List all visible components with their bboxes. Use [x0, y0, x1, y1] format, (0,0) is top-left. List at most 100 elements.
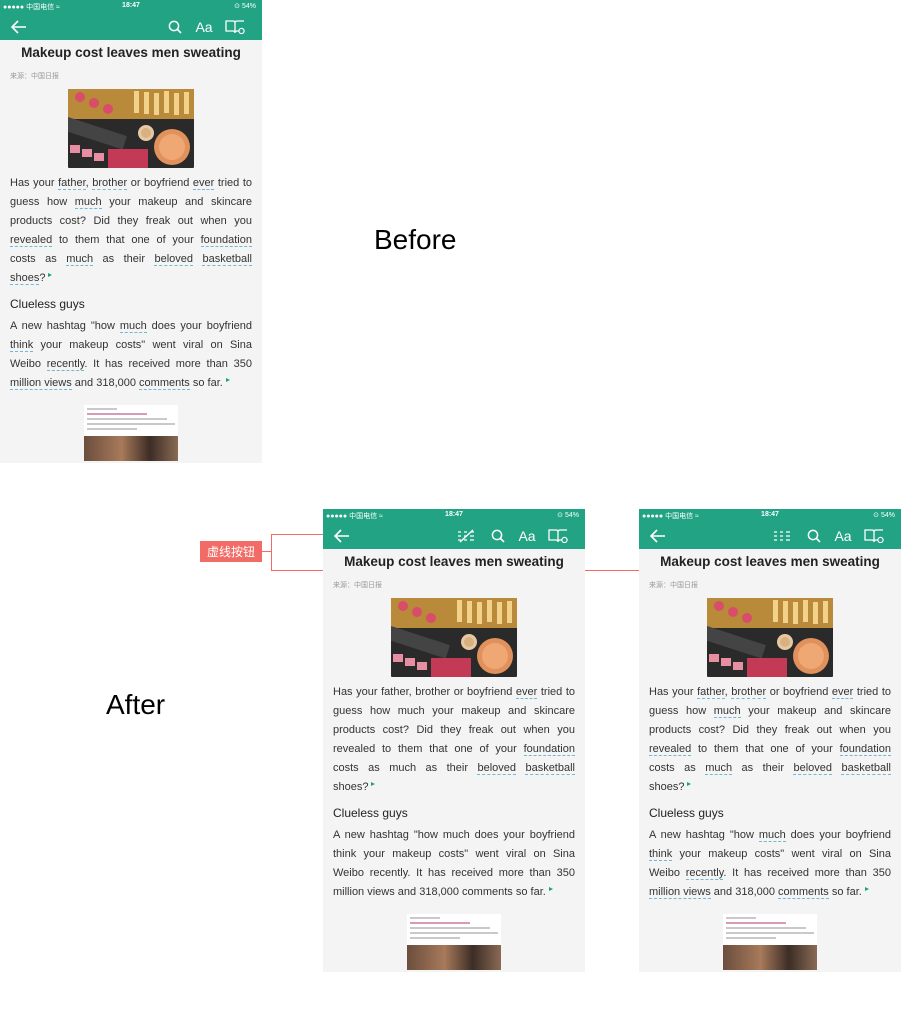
- text-run: costs as: [333, 762, 390, 774]
- book-settings-icon[interactable]: [863, 522, 885, 549]
- vocab-word[interactable]: much: [758, 829, 786, 842]
- embedded-screenshot: [723, 914, 817, 970]
- vocab-word[interactable]: revealed: [10, 234, 53, 247]
- subheading: Clueless guys: [649, 806, 724, 820]
- text-run: A new hashtag "how: [333, 829, 443, 841]
- text-run: much: [389, 762, 417, 774]
- vocab-word[interactable]: million views: [10, 377, 72, 390]
- vocab-word[interactable]: beloved: [793, 762, 832, 775]
- embedded-screenshot: [407, 914, 501, 970]
- vocab-word[interactable]: father: [58, 177, 86, 190]
- vocab-word[interactable]: foundation: [523, 743, 575, 756]
- search-icon[interactable]: [489, 522, 507, 549]
- phone-after-toggled: ●●●●● 中国电信 ≈ 18:47 ⊙ 54% Aa Makeup cost …: [323, 509, 585, 972]
- text-run: so far.: [512, 886, 546, 898]
- text-run: think: [333, 848, 357, 860]
- text-run: brother: [415, 686, 451, 698]
- text-run: or boyfriend: [450, 686, 516, 698]
- book-settings-icon[interactable]: [224, 13, 246, 40]
- vocab-word[interactable]: ever: [515, 686, 538, 699]
- text-run: to them that one of your: [691, 743, 840, 755]
- text-run: Has your: [10, 177, 59, 189]
- flag-icon[interactable]: [864, 887, 869, 891]
- font-size-icon[interactable]: Aa: [193, 13, 215, 40]
- flag-icon[interactable]: [371, 782, 376, 786]
- dashed-line-icon[interactable]: [456, 522, 476, 549]
- vocab-word[interactable]: revealed: [649, 743, 692, 756]
- back-arrow-icon[interactable]: [333, 522, 351, 549]
- battery: ⊙ 54%: [234, 3, 256, 10]
- battery: ⊙ 54%: [873, 512, 895, 519]
- vocab-word[interactable]: basketball: [525, 762, 575, 775]
- vocab-word[interactable]: beloved: [154, 253, 193, 266]
- vocab-word[interactable]: foundation: [839, 743, 891, 756]
- subheading: Clueless guys: [333, 806, 408, 820]
- vocab-word[interactable]: comments: [778, 886, 829, 899]
- text-run: ?: [362, 781, 369, 793]
- vocab-word[interactable]: foundation: [200, 234, 252, 247]
- text-run: Has your: [649, 686, 698, 698]
- text-run: does your boyfriend: [785, 829, 891, 841]
- text-run: shoes: [649, 781, 679, 793]
- text-run: costs as: [10, 253, 67, 265]
- article-source: 来源：中国日报: [649, 582, 698, 589]
- paragraph-2: A new hashtag "how much does your boyfri…: [649, 826, 891, 902]
- back-arrow-icon[interactable]: [649, 522, 667, 549]
- text-run: as their: [416, 762, 478, 774]
- text-run: and 318,000: [71, 377, 140, 389]
- text-run: and 318,000: [394, 886, 463, 898]
- vocab-word[interactable]: recently: [46, 358, 85, 371]
- dashed-line-icon[interactable]: [772, 522, 792, 549]
- vocab-word[interactable]: father: [697, 686, 725, 699]
- phone-after-default: ●●●●● 中国电信 ≈ 18:47 ⊙ 54% Aa Makeup cost …: [639, 509, 901, 972]
- paragraph-2: A new hashtag "how much does your boyfri…: [333, 826, 575, 902]
- toolbar: Aa: [639, 522, 901, 549]
- back-arrow-icon[interactable]: [10, 13, 28, 40]
- search-icon[interactable]: [805, 522, 823, 549]
- article-title: Makeup cost leaves men sweating: [21, 45, 241, 60]
- vocab-word[interactable]: million views: [649, 886, 711, 899]
- vocab-word[interactable]: ever: [831, 686, 854, 699]
- battery: ⊙ 54%: [557, 512, 579, 519]
- vocab-word[interactable]: brother: [731, 686, 767, 699]
- article-title: Makeup cost leaves men sweating: [344, 554, 564, 569]
- vocab-word[interactable]: brother: [92, 177, 128, 190]
- text-run: . It has received more than 350: [723, 867, 891, 879]
- callout-label: 虚线按钮: [200, 541, 262, 562]
- text-run: or boyfriend: [127, 177, 193, 189]
- search-icon[interactable]: [166, 13, 184, 40]
- vocab-word[interactable]: ever: [192, 177, 215, 190]
- text-run: revealed: [333, 743, 376, 755]
- vocab-word[interactable]: basketball: [841, 762, 891, 775]
- vocab-word[interactable]: think: [10, 339, 34, 352]
- vocab-word[interactable]: comments: [139, 377, 190, 390]
- text-run: . It has received more than 350: [84, 358, 252, 370]
- vocab-word[interactable]: much: [66, 253, 94, 266]
- font-size-icon[interactable]: Aa: [516, 522, 538, 549]
- clock: 18:47: [445, 511, 463, 518]
- text-run: . It has received more than 350: [407, 867, 575, 879]
- vocab-word[interactable]: shoes: [10, 272, 40, 285]
- text-run: as their: [93, 253, 155, 265]
- vocab-word[interactable]: think: [649, 848, 673, 861]
- text-run: costs as: [649, 762, 706, 774]
- vocab-word[interactable]: much: [119, 320, 147, 333]
- text-run: Has your: [333, 686, 382, 698]
- flag-icon[interactable]: [687, 782, 692, 786]
- flag-icon[interactable]: [225, 378, 230, 382]
- callout-connector: [271, 534, 272, 570]
- text-run: to them that one of your: [52, 234, 201, 246]
- vocab-word[interactable]: basketball: [202, 253, 252, 266]
- vocab-word[interactable]: much: [74, 196, 102, 209]
- vocab-word[interactable]: recently: [685, 867, 724, 880]
- text-run: so far.: [828, 886, 862, 898]
- vocab-word[interactable]: much: [713, 705, 741, 718]
- vocab-word[interactable]: beloved: [477, 762, 516, 775]
- book-settings-icon[interactable]: [547, 522, 569, 549]
- font-size-icon[interactable]: Aa: [832, 522, 854, 549]
- text-run: as their: [732, 762, 794, 774]
- flag-icon[interactable]: [48, 273, 53, 277]
- vocab-word[interactable]: much: [705, 762, 733, 775]
- flag-icon[interactable]: [548, 887, 553, 891]
- text-run: shoes: [333, 781, 363, 793]
